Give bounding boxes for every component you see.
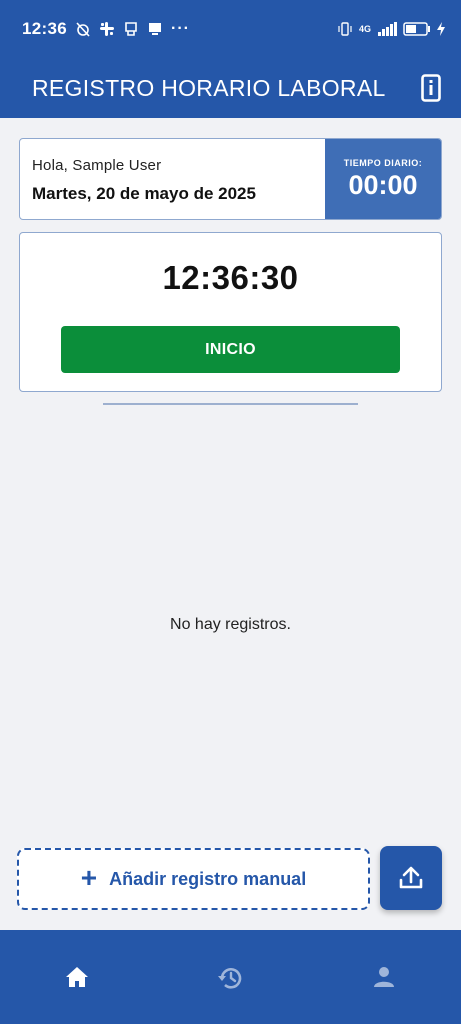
daily-time-box: TIEMPO DIARIO: 00:00 <box>325 139 441 219</box>
status-left: 12:36 ··· <box>22 19 190 39</box>
upload-button[interactable] <box>380 846 442 910</box>
network-type: 4G <box>358 24 371 34</box>
empty-records-text: No hay registros. <box>170 616 291 633</box>
plus-icon: + <box>80 861 98 893</box>
signal-icon <box>378 22 397 36</box>
status-right: 4G <box>337 21 445 37</box>
bottom-nav <box>0 930 461 1024</box>
divider <box>103 403 358 405</box>
greeting-text: Hola, Sample User <box>32 157 162 174</box>
current-date: Martes, 20 de mayo de 2025 <box>32 184 256 203</box>
nav-home[interactable] <box>47 966 107 988</box>
nav-history[interactable] <box>200 966 260 990</box>
daily-time-label: TIEMPO DIARIO: <box>343 157 423 168</box>
info-button[interactable] <box>419 73 443 103</box>
greeting-info: Hola, Sample User Martes, 20 de mayo de … <box>20 139 325 219</box>
person-icon <box>374 967 395 987</box>
add-manual-record-label: Añadir registro manual <box>109 868 307 889</box>
alarm-off-icon <box>76 22 90 37</box>
history-icon <box>218 968 242 989</box>
home-icon <box>65 967 88 987</box>
battery-icon <box>403 22 430 36</box>
greeting-card: Hola, Sample User Martes, 20 de mayo de … <box>19 138 442 220</box>
more-notifications-icon: ··· <box>170 20 190 37</box>
daily-time-value: 00:00 <box>348 169 418 200</box>
vibrate-icon <box>338 22 352 36</box>
start-button[interactable]: INICIO <box>61 326 400 373</box>
cast-icon <box>148 23 161 35</box>
charging-icon <box>437 22 445 36</box>
app-title: REGISTRO HORARIO LABORAL <box>32 74 386 101</box>
app-notification-icon <box>125 22 137 36</box>
upload-icon <box>399 866 423 889</box>
nav-profile[interactable] <box>354 966 414 988</box>
add-manual-record-button[interactable]: + Añadir registro manual <box>17 848 370 910</box>
clock-card: 12:36:30 INICIO <box>19 232 442 392</box>
current-time: 12:36:30 <box>162 259 299 296</box>
info-icon <box>421 74 441 102</box>
status-bar: 12:36 ··· 4G <box>0 0 461 58</box>
status-time: 12:36 <box>22 19 67 38</box>
app-bar: REGISTRO HORARIO LABORAL <box>0 58 461 118</box>
slack-icon <box>99 22 114 36</box>
